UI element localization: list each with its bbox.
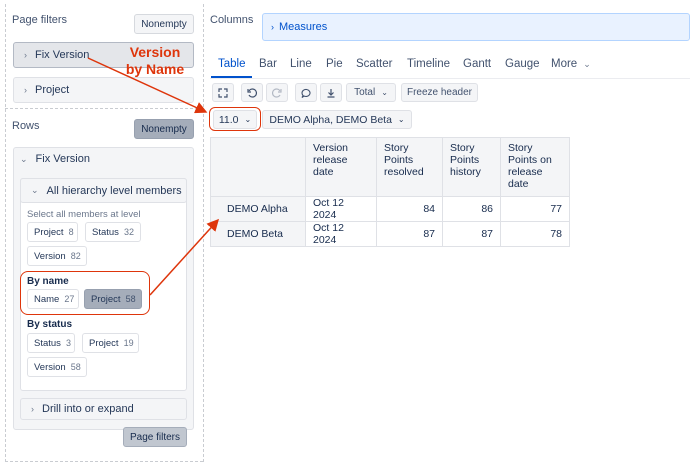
chip-label: Version bbox=[34, 250, 66, 262]
annotation-text: Version by Name bbox=[120, 44, 190, 78]
level-chip-version[interactable]: Version 82 bbox=[27, 246, 87, 266]
level-chip-status[interactable]: Status 32 bbox=[85, 222, 141, 242]
column-header[interactable]: Version release date bbox=[305, 137, 377, 197]
by-status-label: By status bbox=[27, 319, 73, 330]
measures-chip[interactable]: › Measures bbox=[271, 21, 327, 33]
page-filters-title: Page filters bbox=[12, 14, 68, 26]
row-header[interactable]: DEMO Beta bbox=[210, 221, 306, 247]
table-cell: 87 bbox=[442, 221, 501, 247]
total-dropdown[interactable]: Total ⌄ bbox=[346, 83, 396, 102]
tab-bar[interactable]: Bar bbox=[259, 58, 277, 70]
redo-icon[interactable] bbox=[266, 83, 288, 102]
rows-dimension-label: Fix Version bbox=[35, 153, 90, 165]
chip-count: 8 bbox=[68, 227, 74, 237]
chevron-down-icon: ⌄ bbox=[20, 153, 28, 164]
page-filter-label: Project bbox=[35, 84, 70, 96]
tabs-divider bbox=[210, 78, 690, 79]
chevron-down-icon: ⌄ bbox=[583, 58, 591, 69]
chip-count: 58 bbox=[70, 362, 81, 372]
drill-into-toggle[interactable]: › Drill into or expand bbox=[20, 398, 187, 420]
tab-pie[interactable]: Pie bbox=[326, 58, 343, 70]
chevron-down-icon: ⌄ bbox=[244, 115, 252, 124]
hierarchy-label: All hierarchy level members bbox=[46, 184, 182, 197]
page-filter-label: Fix Version bbox=[35, 49, 90, 61]
chip-label: Project bbox=[89, 337, 119, 349]
level-chip-project[interactable]: Project 8 bbox=[27, 222, 78, 242]
tab-more[interactable]: More ⌄ bbox=[551, 58, 591, 70]
column-header[interactable]: Story Points history bbox=[442, 137, 501, 197]
chevron-right-icon: › bbox=[24, 50, 27, 60]
chevron-right-icon: › bbox=[271, 22, 274, 32]
project-filter-value: DEMO Alpha, DEMO Beta bbox=[269, 113, 392, 126]
chip-count: 3 bbox=[65, 338, 71, 348]
row-header[interactable]: DEMO Alpha bbox=[210, 196, 306, 222]
annotation-line: Version bbox=[129, 44, 181, 60]
chevron-down-icon: ⌄ bbox=[381, 88, 388, 97]
column-header[interactable]: Story Points on release date bbox=[500, 137, 570, 197]
download-icon[interactable] bbox=[320, 83, 342, 102]
left-panel-border bbox=[203, 4, 204, 462]
chip-label: Version bbox=[34, 361, 66, 373]
table-cell: 84 bbox=[376, 196, 443, 222]
tab-line[interactable]: Line bbox=[290, 58, 312, 70]
rows-nonempty-button[interactable]: Nonempty bbox=[134, 119, 194, 139]
table-cell: 77 bbox=[500, 196, 570, 222]
fullscreen-icon[interactable] bbox=[212, 83, 234, 102]
comment-icon[interactable] bbox=[295, 83, 317, 102]
chevron-right-icon: › bbox=[31, 404, 34, 414]
columns-title: Columns bbox=[210, 14, 254, 26]
chip-label: Status bbox=[92, 226, 119, 238]
chip-count: 32 bbox=[123, 227, 134, 237]
annotation-line: by Name bbox=[125, 61, 185, 77]
tab-scatter[interactable]: Scatter bbox=[356, 58, 392, 70]
rows-dimension-header[interactable]: ⌄ Fix Version bbox=[20, 153, 90, 165]
select-all-text: Select all members at level bbox=[27, 209, 141, 220]
report-table: Version release date Story Points resolv… bbox=[210, 137, 570, 247]
annotation-highlight-by-name bbox=[20, 271, 150, 315]
version-filter-value: 11.0 bbox=[218, 113, 239, 126]
version-filter-dropdown[interactable]: 11.0 ⌄ bbox=[213, 110, 257, 129]
tab-gauge[interactable]: Gauge bbox=[505, 58, 540, 70]
chevron-down-icon: ⌄ bbox=[397, 115, 405, 124]
table-row: DEMO Alpha Oct 12 2024 84 86 77 bbox=[210, 196, 570, 222]
tab-timeline[interactable]: Timeline bbox=[407, 58, 450, 70]
table-cell: Oct 12 2024 bbox=[305, 196, 377, 222]
by-status-chip-version[interactable]: Version 58 bbox=[27, 357, 87, 377]
section-divider bbox=[5, 108, 203, 109]
freeze-header-button[interactable]: Freeze header bbox=[401, 83, 478, 102]
rows-title: Rows bbox=[12, 120, 40, 132]
total-label: Total bbox=[354, 87, 376, 98]
chip-label: Status bbox=[34, 337, 61, 349]
left-panel-border bbox=[5, 4, 6, 462]
undo-icon[interactable] bbox=[241, 83, 263, 102]
by-status-chip-project[interactable]: Project 19 bbox=[82, 333, 139, 353]
chip-label: Project bbox=[34, 226, 64, 238]
table-row: DEMO Beta Oct 12 2024 87 87 78 bbox=[210, 221, 570, 247]
by-status-chip-status[interactable]: Status 3 bbox=[27, 333, 75, 353]
tab-more-label: More bbox=[551, 58, 578, 70]
page-filters-button[interactable]: Page filters bbox=[123, 427, 187, 447]
chip-count: 19 bbox=[123, 338, 134, 348]
table-cell: 78 bbox=[500, 221, 570, 247]
project-filter-dropdown[interactable]: DEMO Alpha, DEMO Beta ⌄ bbox=[262, 110, 412, 129]
page-filters-nonempty-button[interactable]: Nonempty bbox=[134, 14, 194, 34]
hierarchy-level-toggle[interactable]: ⌄ All hierarchy level members bbox=[20, 178, 187, 203]
tab-gantt[interactable]: Gantt bbox=[463, 58, 491, 70]
section-divider bbox=[5, 461, 203, 462]
chip-count: 82 bbox=[70, 251, 81, 261]
table-corner bbox=[210, 137, 306, 197]
table-cell: 86 bbox=[442, 196, 501, 222]
column-header[interactable]: Story Points resolved bbox=[376, 137, 443, 197]
tab-table[interactable]: Table bbox=[218, 58, 246, 70]
table-cell: 87 bbox=[376, 221, 443, 247]
chevron-right-icon: › bbox=[24, 85, 27, 95]
table-cell: Oct 12 2024 bbox=[305, 221, 377, 247]
measures-label: Measures bbox=[279, 21, 328, 33]
chevron-down-icon: ⌄ bbox=[31, 185, 39, 195]
drill-label: Drill into or expand bbox=[42, 403, 134, 415]
page-filter-project[interactable]: › Project bbox=[13, 77, 194, 103]
